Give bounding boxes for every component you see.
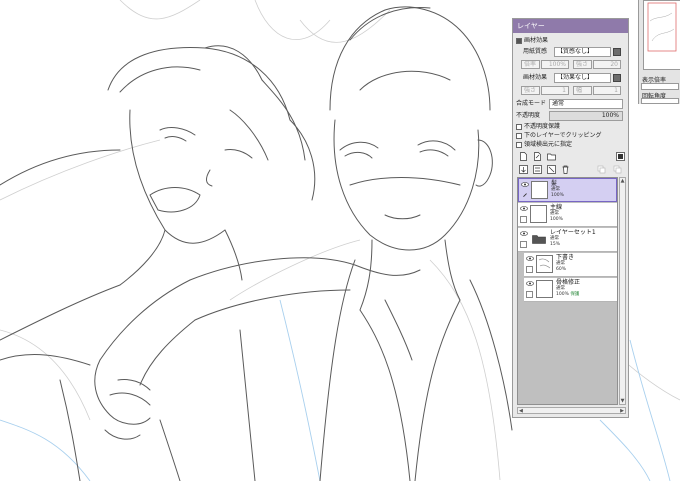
texture-scale-label: 倍率 [521,60,540,69]
eye-icon[interactable] [520,231,528,236]
folder-icon[interactable] [532,234,546,244]
blend-mode-select[interactable]: 通常 [549,99,623,109]
layer-name: 下書き [556,254,575,261]
layer-list[interactable]: 髪 通常 100% 主線 通常 100% レイヤーセット1 通常 15% 下書き… [517,177,618,405]
eye-icon[interactable] [521,182,529,187]
paper-effect-header[interactable]: 画材効果 [516,36,548,45]
eye-icon[interactable] [520,206,528,211]
texture-strength-label: 強さ [573,60,592,69]
lock-checkbox[interactable] [526,266,533,273]
layer-row-hair[interactable]: 髪 通常 100% [518,178,617,202]
paper-effect-select[interactable]: 【効果なし】 [554,73,611,83]
selection-source-label: 領域検出元に指定 [524,141,573,148]
copy-layer-icon[interactable] [597,165,606,174]
clear-layer-icon[interactable] [547,165,556,174]
layer-opacity-value: 100% [556,292,569,297]
merge-down-icon[interactable] [533,165,542,174]
right-figure-lineart [319,6,513,481]
effect-width-label: 幅 [573,86,592,95]
paper-effect-label: 画材効果 [523,74,548,81]
layer-row-main-lines[interactable]: 主線 通常 100% [518,203,617,227]
new-layer-icon[interactable] [519,152,528,161]
scroll-right-icon[interactable]: ▶ [620,408,624,414]
clipping-checkbox[interactable] [516,132,522,139]
transfer-down-icon[interactable] [519,165,528,174]
effect-width-field[interactable]: 1 [593,86,621,95]
effect-strength-field[interactable]: 1 [541,86,569,95]
preserve-opacity-label: 不透明度保護 [524,123,561,130]
layer-panel: レイヤー 画材効果 用紙質感 【質感なし】 倍率 100% 強さ 20 画材効果… [512,18,629,418]
opacity-label: 不透明度 [516,112,541,119]
layer-name: 髪 [551,180,558,187]
layer-list-scrollbar[interactable]: ▲ ▼ [619,177,626,405]
paste-layer-icon[interactable] [613,165,622,174]
blend-mode-label: 合成モード [516,100,547,107]
layer-opacity: 100% [550,217,563,222]
layer-thumbnail [536,280,553,298]
navigator-panel: 表示倍率 回転角度 [638,0,680,104]
new-linework-layer-icon[interactable] [533,152,542,161]
left-figure-lineart [0,45,421,481]
layer-opacity: 15% [550,242,561,247]
preserve-opacity-option[interactable]: 不透明度保護 [516,122,560,131]
layer-opacity: 100% [551,193,564,198]
zoom-field[interactable] [641,83,679,90]
lock-checkbox[interactable] [520,241,527,248]
selection-source-checkbox[interactable] [516,141,522,148]
layer-opacity: 60% [556,267,567,272]
navigator-thumbnail [647,2,677,52]
layer-thumbnail [530,205,547,223]
draft-thumbnail-sketch [538,258,551,269]
scroll-left-icon[interactable]: ◀ [519,408,523,414]
eye-icon[interactable] [526,281,534,286]
texture-strength-field[interactable]: 20 [593,60,621,69]
trash-icon[interactable] [561,165,570,174]
paper-texture-select[interactable]: 【質感なし】 [554,47,611,57]
layer-opacity: 100% 保護 [556,292,579,298]
scroll-down-icon[interactable]: ▼ [620,398,625,404]
layer-protect-flag: 保護 [570,292,580,297]
scroll-up-icon[interactable]: ▲ [620,178,625,184]
layer-list-horizontal-scrollbar[interactable]: ◀ ▶ [517,407,626,414]
paper-effect-header-label: 画材効果 [524,37,549,44]
layer-name: レイヤーセット1 [550,229,596,236]
selection-source-option[interactable]: 領域検出元に指定 [516,140,572,149]
clipping-option[interactable]: 下のレイヤーでクリッピング [516,131,601,140]
paper-effect-dropdown-icon[interactable] [613,74,621,82]
preserve-opacity-checkbox[interactable] [516,123,522,130]
layer-name: 主線 [550,204,563,211]
navigator-preview[interactable] [643,0,680,70]
pen-icon[interactable] [521,192,529,197]
layer-name: 骨格修正 [556,279,581,286]
lock-checkbox[interactable] [520,216,527,223]
layer-panel-title[interactable]: レイヤー [513,19,628,33]
new-folder-icon[interactable] [547,152,556,161]
layer-row-skeleton-fix[interactable]: 骨格修正 通常 100% 保護 [524,278,617,302]
texture-scale-field[interactable]: 100% [541,60,569,69]
paper-texture-label: 用紙質感 [523,48,548,55]
paper-texture-dropdown-icon[interactable] [613,48,621,56]
opacity-slider[interactable]: 100% [549,111,623,121]
layer-row-layer-set[interactable]: レイヤーセット1 通常 15% [518,228,617,252]
eye-icon[interactable] [526,256,534,261]
layer-thumbnail [531,181,548,199]
rotation-angle-field[interactable] [641,98,679,104]
layer-thumbnail [536,255,553,273]
lock-checkbox[interactable] [526,291,533,298]
clipping-label: 下のレイヤーでクリッピング [524,132,602,139]
effect-strength-label: 強さ [521,86,540,95]
collapse-toggle-icon[interactable] [516,37,522,44]
layer-row-draft[interactable]: 下書き 通常 60% [524,253,617,277]
panel-menu-icon[interactable] [616,152,625,161]
